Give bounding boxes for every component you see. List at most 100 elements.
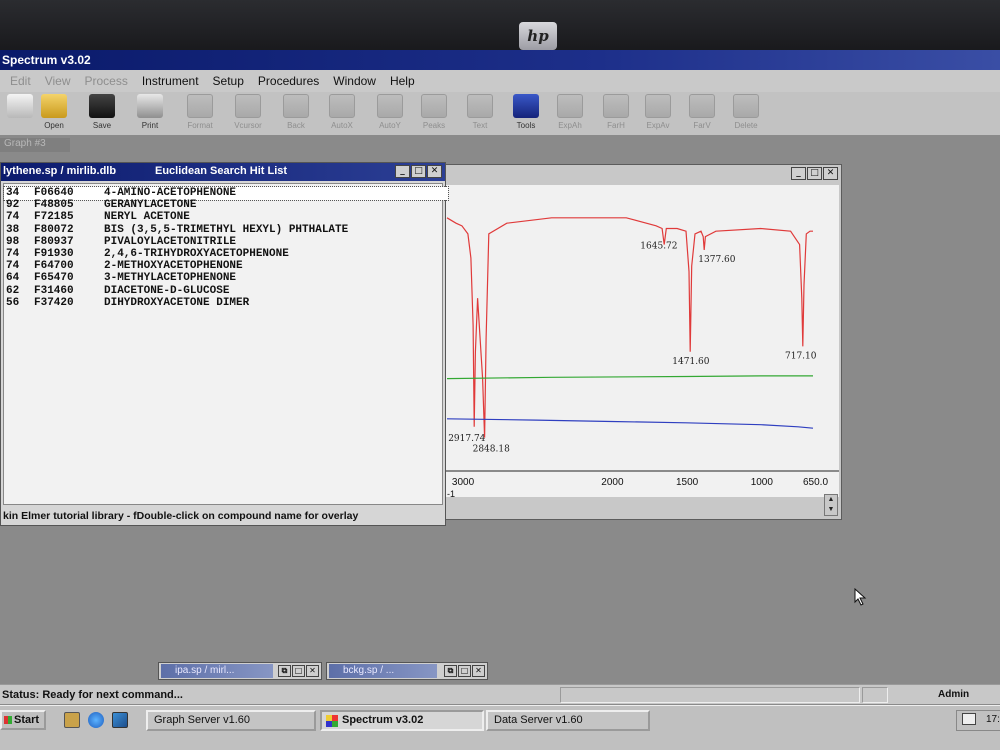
outlook-icon[interactable] bbox=[112, 712, 128, 728]
status-bar: Status: Ready for next command... Admin bbox=[0, 684, 1000, 704]
tool-vcursor-button[interactable]: Vcursor bbox=[228, 94, 268, 134]
tool-peaks-button[interactable]: Peaks bbox=[414, 94, 454, 134]
save-icon bbox=[89, 94, 115, 118]
taskbar: Start Graph Server v1.60 Spectrum v3.02 … bbox=[0, 705, 1000, 750]
tool-label: AutoY bbox=[379, 121, 401, 130]
restore-button[interactable]: ⧉ bbox=[444, 665, 457, 677]
tool-label: ExpAv bbox=[646, 121, 670, 130]
tool-tools-button[interactable]: Tools bbox=[506, 94, 546, 134]
hit-list-window[interactable]: lythene.sp / mirlib.dlb Euclidean Search… bbox=[0, 162, 449, 526]
text-icon bbox=[467, 94, 493, 118]
tool-text-button[interactable]: Text bbox=[460, 94, 500, 134]
internet-explorer-icon[interactable] bbox=[88, 712, 104, 728]
hit-name: 3-METHYLACETOPHENONE bbox=[104, 272, 237, 285]
menu-help[interactable]: Help bbox=[390, 74, 415, 88]
tool-save-button[interactable]: Save bbox=[82, 94, 122, 134]
expav-icon bbox=[645, 94, 671, 118]
peaks-icon bbox=[421, 94, 447, 118]
tray-icon[interactable] bbox=[962, 713, 976, 725]
tool-format-button[interactable]: Format bbox=[180, 94, 220, 134]
minimized-window-title: ipa.sp / mirl... bbox=[161, 664, 273, 678]
tool-autox-button[interactable]: AutoX bbox=[322, 94, 362, 134]
close-button[interactable]: ✕ bbox=[823, 167, 838, 180]
tool-farv-button[interactable]: FarV bbox=[682, 94, 722, 134]
app-title: Spectrum v3.02 bbox=[2, 53, 91, 67]
hit-name: DIHYDROXYACETONE DIMER bbox=[104, 296, 250, 309]
hp-logo: hp bbox=[519, 22, 557, 50]
tool-print-button[interactable]: Print bbox=[130, 94, 170, 134]
app-titlebar[interactable]: Spectrum v3.02 bbox=[0, 50, 1000, 70]
hit-score: 64 bbox=[6, 272, 20, 285]
graph-scrollbar[interactable]: ▲ ▼ bbox=[824, 494, 838, 516]
tool-label: FarH bbox=[607, 121, 625, 130]
maximize-button[interactable]: □ bbox=[458, 665, 471, 677]
peak-label: 1645.72 bbox=[640, 242, 677, 252]
minimized-window-title: bckg.sp / ... bbox=[329, 664, 437, 678]
scroll-down-icon[interactable]: ▼ bbox=[825, 505, 837, 515]
tool-expand-button[interactable]: ExpAh bbox=[550, 94, 590, 134]
graph-window[interactable]: _ □ ✕ 2917.74 2848.18 1645.72 1471.60 1377.6… bbox=[400, 164, 842, 520]
menu-setup[interactable]: Setup bbox=[213, 74, 244, 88]
maximize-button[interactable]: □ bbox=[292, 665, 305, 677]
tool-expav-button[interactable]: ExpAv bbox=[638, 94, 678, 134]
restore-button[interactable]: ⧉ bbox=[278, 665, 291, 677]
minimized-window-bckg[interactable]: bckg.sp / ... ⧉ □ ✕ bbox=[326, 662, 488, 680]
hit-name: PIVALOYLACETONITRILE bbox=[104, 235, 237, 248]
hit-id: F64700 bbox=[34, 260, 74, 273]
graph-tab[interactable]: Graph #3 bbox=[0, 138, 70, 152]
hit-id: F72185 bbox=[34, 211, 74, 224]
hit-score: 74 bbox=[6, 260, 20, 273]
hit-list-status: kin Elmer tutorial library - fDouble-cli… bbox=[1, 508, 445, 524]
tool-open-button[interactable]: Open bbox=[34, 94, 74, 134]
hit-id: F37420 bbox=[34, 296, 74, 309]
scroll-up-icon[interactable]: ▲ bbox=[825, 495, 837, 505]
menu-process[interactable]: Process bbox=[84, 74, 127, 88]
close-button[interactable]: ✕ bbox=[306, 665, 319, 677]
tool-label: Delete bbox=[734, 121, 758, 130]
back-icon bbox=[283, 94, 309, 118]
close-button[interactable]: ✕ bbox=[472, 665, 485, 677]
minimize-button[interactable]: _ bbox=[395, 165, 410, 178]
x-tick-label: 2000 bbox=[601, 477, 624, 488]
hit-name: BIS (3,5,5-TRIMETHYL HEXYL) PHTHALATE bbox=[104, 223, 349, 236]
task-graph-server[interactable]: Graph Server v1.60 bbox=[146, 710, 316, 731]
autox-icon bbox=[329, 94, 355, 118]
minimize-button[interactable]: _ bbox=[791, 167, 806, 180]
task-data-server[interactable]: Data Server v1.60 bbox=[486, 710, 650, 731]
spectrum-plot[interactable]: 2917.74 2848.18 1645.72 1471.60 1377.60 717.1… bbox=[401, 185, 839, 499]
hit-score: 92 bbox=[6, 199, 20, 212]
peak-label: 1471.60 bbox=[672, 357, 709, 367]
tool-delete-button[interactable]: Delete bbox=[726, 94, 766, 134]
farv-icon bbox=[689, 94, 715, 118]
desktop-icon[interactable] bbox=[64, 712, 80, 728]
menu-procedures[interactable]: Procedures bbox=[258, 74, 319, 88]
start-button[interactable]: Start bbox=[0, 710, 46, 730]
peak-label: 717.10 bbox=[785, 351, 817, 361]
tool-autoy-button[interactable]: AutoY bbox=[370, 94, 410, 134]
close-button[interactable]: ✕ bbox=[427, 165, 442, 178]
menu-edit[interactable]: Edit bbox=[10, 74, 31, 88]
maximize-button[interactable]: □ bbox=[411, 165, 426, 178]
clock: 17: bbox=[986, 714, 1000, 725]
menu-instrument[interactable]: Instrument bbox=[142, 74, 199, 88]
tool-label: ExpAh bbox=[558, 121, 582, 130]
graph-titlebar[interactable]: _ □ ✕ bbox=[401, 165, 841, 183]
menu-view[interactable]: View bbox=[45, 74, 71, 88]
hit-list-titlebar[interactable]: lythene.sp / mirlib.dlb Euclidean Search… bbox=[1, 163, 445, 181]
mouse-cursor-icon bbox=[854, 588, 867, 606]
spectrum-series-2 bbox=[446, 418, 814, 429]
hit-score: 56 bbox=[6, 296, 20, 309]
menu-window[interactable]: Window bbox=[333, 74, 376, 88]
status-user: Admin bbox=[938, 689, 970, 700]
maximize-button[interactable]: □ bbox=[807, 167, 822, 180]
minimized-window-ipa[interactable]: ipa.sp / mirl... ⧉ □ ✕ bbox=[158, 662, 322, 680]
hit-id: F31460 bbox=[34, 284, 74, 297]
tool-back-button[interactable]: Back bbox=[276, 94, 316, 134]
task-spectrum[interactable]: Spectrum v3.02 bbox=[320, 710, 484, 731]
tool-farh-button[interactable]: FarH bbox=[596, 94, 636, 134]
hit-score: 74 bbox=[6, 248, 20, 260]
cursor-icon bbox=[235, 94, 261, 118]
hit-score: 62 bbox=[6, 284, 20, 297]
hit-id: F80937 bbox=[34, 235, 74, 248]
hit-list-row[interactable]: 34 F06640 4-AMINO-ACETOPHENONE bbox=[3, 186, 449, 201]
